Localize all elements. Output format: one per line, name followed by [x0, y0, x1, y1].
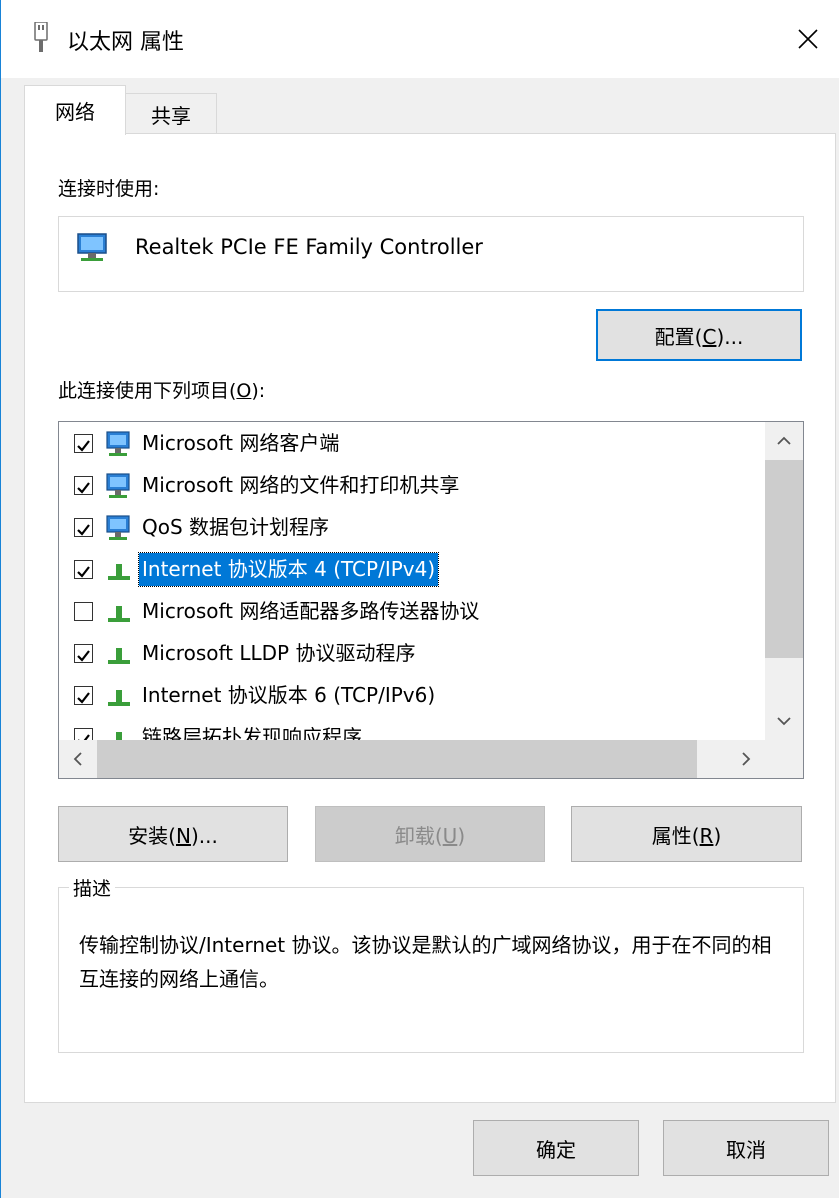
install-button[interactable]: 安装(N)... — [58, 806, 288, 862]
tab-sharing[interactable]: 共享 — [125, 93, 217, 134]
adapter-name: Realtek PCIe FE Family Controller — [135, 235, 483, 259]
checkmark-icon — [78, 734, 90, 740]
item-label: Microsoft 网络的文件和打印机共享 — [142, 473, 460, 497]
item-checkbox[interactable] — [74, 518, 93, 537]
description-text: 传输控制协议/Internet 协议。该协议是默认的广域网络协议，用于在不同的相… — [79, 933, 772, 991]
item-checkbox[interactable] — [74, 686, 93, 705]
protocol-icon — [108, 606, 130, 622]
network-client-icon — [106, 515, 130, 540]
properties-dialog: 以太网 属性 网络 共享 连接时使用: Realtek PCIe FE Fami… — [0, 0, 839, 1198]
network-adapter-icon — [77, 233, 107, 261]
items-label: 此连接使用下列项目(O): — [58, 380, 266, 402]
item-checkbox[interactable] — [74, 728, 93, 740]
scroll-left-button[interactable] — [59, 740, 97, 778]
protocol-icon — [108, 564, 130, 580]
list-item[interactable]: Microsoft 网络适配器多路传送器协议 — [59, 592, 765, 632]
item-checkbox[interactable] — [74, 602, 93, 621]
checkmark-icon — [77, 440, 90, 452]
item-label: Internet 协议版本 4 (TCP/IPv4) — [137, 552, 440, 587]
list-item[interactable]: Microsoft 网络客户端 — [59, 424, 765, 464]
checkmark-icon — [77, 566, 90, 578]
network-client-icon — [106, 431, 130, 456]
item-label: 链路层拓扑发现响应程序 — [142, 725, 362, 740]
list-item[interactable]: Microsoft LLDP 协议驱动程序 — [59, 634, 765, 674]
checkmark-icon — [77, 524, 90, 536]
uninstall-button[interactable]: 卸载(U) — [315, 806, 545, 862]
item-label: Microsoft LLDP 协议驱动程序 — [142, 641, 416, 665]
components-list-items: Microsoft 网络客户端 Microsoft 网络的文件和打印机共享 Qo… — [59, 422, 765, 740]
tab-network[interactable]: 网络 — [24, 85, 126, 135]
tab-strip: 网络 共享 — [1, 78, 839, 135]
cancel-button[interactable]: 取消 — [663, 1120, 829, 1176]
uninstall-button-label: 卸载(U) — [394, 823, 466, 848]
properties-button[interactable]: 属性(R) — [571, 806, 802, 862]
configure-button-label: 配置(C)... — [654, 324, 744, 349]
horizontal-scrollbar[interactable] — [59, 740, 765, 778]
vertical-scrollbar[interactable] — [765, 422, 803, 740]
description-group: 描述 传输控制协议/Internet 协议。该协议是默认的广域网络协议，用于在不… — [58, 874, 804, 1053]
close-icon — [798, 29, 818, 49]
close-button[interactable] — [776, 0, 839, 78]
checkmark-icon — [77, 650, 90, 662]
list-item[interactable]: 链路层拓扑发现响应程序 — [59, 718, 765, 740]
title-bar[interactable]: 以太网 属性 — [1, 0, 839, 78]
connect-using-label: 连接时使用: — [58, 178, 160, 200]
list-item[interactable]: QoS 数据包计划程序 — [59, 508, 765, 548]
list-item[interactable]: Internet 协议版本 6 (TCP/IPv6) — [59, 676, 765, 716]
network-tab-panel: 连接时使用: Realtek PCIe FE Family Controller… — [24, 133, 836, 1103]
adapter-display: Realtek PCIe FE Family Controller — [58, 216, 804, 292]
properties-button-label: 属性(R) — [651, 823, 722, 848]
window-title: 以太网 属性 — [67, 30, 184, 55]
chevron-left-icon — [73, 752, 82, 766]
configure-button[interactable]: 配置(C)... — [596, 309, 802, 361]
scroll-right-button[interactable] — [727, 740, 765, 778]
item-checkbox[interactable] — [74, 476, 93, 495]
list-item-selected[interactable]: Internet 协议版本 4 (TCP/IPv4) — [59, 550, 765, 590]
tab-sharing-label: 共享 — [151, 103, 191, 128]
ethernet-icon — [34, 22, 48, 52]
protocol-icon — [116, 732, 122, 740]
scroll-down-button[interactable] — [765, 702, 803, 740]
cancel-button-label: 取消 — [726, 1137, 766, 1162]
checkmark-icon — [77, 692, 90, 704]
protocol-icon — [108, 690, 130, 706]
list-item[interactable]: Microsoft 网络的文件和打印机共享 — [59, 466, 765, 506]
ok-button-label: 确定 — [536, 1137, 576, 1162]
description-legend: 描述 — [69, 874, 116, 901]
item-label: Microsoft 网络适配器多路传送器协议 — [142, 599, 480, 623]
components-list[interactable]: Microsoft 网络客户端 Microsoft 网络的文件和打印机共享 Qo… — [58, 421, 804, 779]
item-checkbox[interactable] — [74, 644, 93, 663]
tab-network-label: 网络 — [55, 100, 95, 124]
chevron-up-icon — [777, 436, 791, 445]
network-client-icon — [106, 473, 130, 498]
chevron-right-icon — [742, 752, 751, 766]
checkmark-icon — [77, 482, 90, 494]
item-label: Internet 协议版本 6 (TCP/IPv6) — [142, 683, 436, 707]
item-label: Microsoft 网络客户端 — [142, 431, 340, 455]
chevron-down-icon — [777, 717, 791, 726]
vertical-scroll-thumb[interactable] — [765, 460, 803, 658]
install-button-label: 安装(N)... — [128, 823, 218, 848]
scroll-up-button[interactable] — [765, 422, 803, 460]
item-checkbox[interactable] — [74, 434, 93, 453]
item-label: QoS 数据包计划程序 — [142, 515, 330, 539]
scroll-corner — [765, 740, 803, 778]
ok-button[interactable]: 确定 — [473, 1120, 639, 1176]
protocol-icon — [108, 648, 130, 664]
horizontal-scroll-thumb[interactable] — [97, 740, 697, 778]
item-checkbox[interactable] — [74, 560, 93, 579]
